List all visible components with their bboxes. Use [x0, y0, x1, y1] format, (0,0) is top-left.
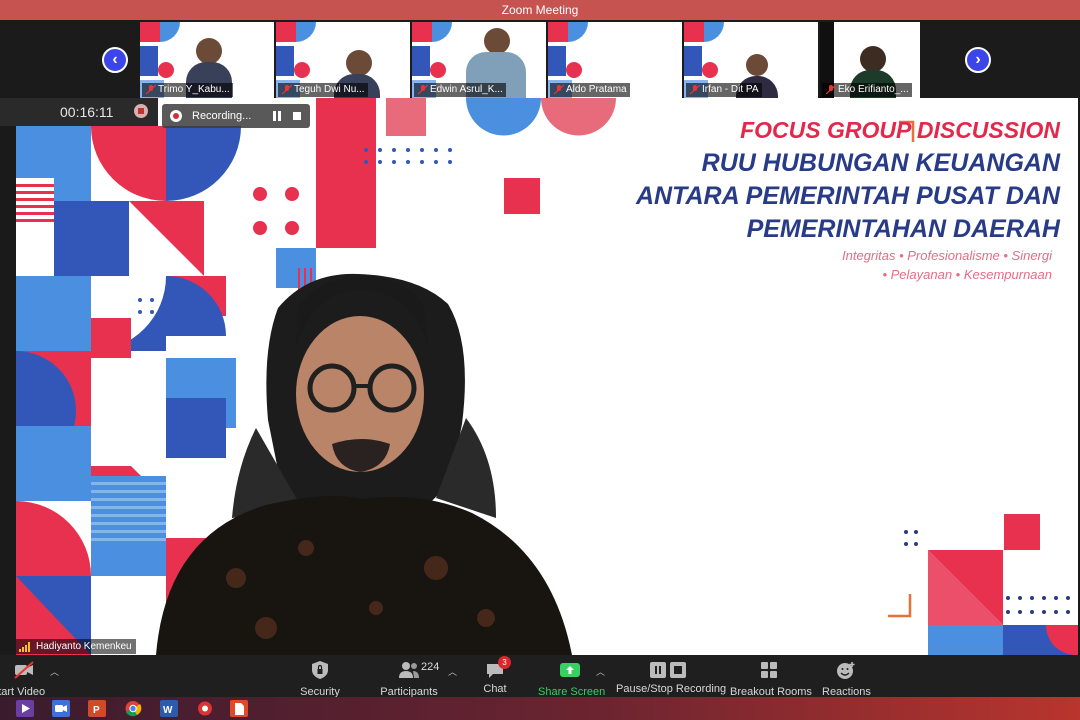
zoom-window: Zoom Meeting ‹ Trimo Y_Kabu... Teguh Dwi… — [0, 0, 1080, 720]
signal-icon — [19, 642, 31, 652]
chat-badge: 3 — [498, 656, 511, 669]
participant-tile[interactable]: Irfan - Dit PA — [684, 22, 818, 98]
pause-stop-recording-button[interactable]: Pause/Stop Recording — [616, 655, 726, 697]
record-icon — [170, 110, 182, 122]
mic-muted-icon — [146, 85, 156, 94]
share-up-icon — [560, 663, 580, 677]
participant-tile[interactable]: Eko Erifianto_... — [820, 22, 920, 98]
pdf-reader-icon[interactable] — [230, 700, 248, 717]
participants-count: 224 — [421, 661, 440, 673]
zoom-app-icon[interactable] — [52, 700, 70, 717]
participant-strip: ‹ Trimo Y_Kabu... Teguh Dwi Nu... Edwin … — [0, 20, 1080, 98]
chat-button[interactable]: 3 Chat — [480, 655, 511, 697]
mic-muted-icon — [282, 85, 292, 94]
screen-recorder-icon[interactable] — [196, 700, 214, 717]
reactions-button[interactable]: Reactions — [822, 655, 871, 698]
chevron-up-icon[interactable]: ︿ — [448, 665, 457, 678]
mic-muted-icon — [418, 85, 428, 94]
powerpoint-icon[interactable]: P — [88, 700, 106, 717]
chevron-right-icon[interactable]: › — [965, 47, 991, 73]
chevron-up-icon[interactable]: ︿ — [596, 665, 605, 678]
participant-tile[interactable]: Edwin Asrul_K... — [412, 22, 546, 98]
recording-indicator: Recording... — [162, 104, 310, 128]
chevron-up-icon[interactable]: ︿ — [50, 665, 59, 678]
participant-tile[interactable]: Aldo Pratama — [548, 22, 682, 98]
video-off-icon — [14, 661, 34, 679]
word-icon[interactable]: W — [160, 700, 178, 717]
os-taskbar: P W — [0, 697, 1080, 720]
participant-video — [196, 38, 222, 64]
slide-title: FOCUS GROUP DISCUSSION RUU HUBUNGAN KEUA… — [636, 114, 1060, 246]
active-speaker-label: Hadiyanto Kemenkeu — [16, 639, 136, 654]
meeting-toolbar: Start Video ︿ Security Participants 224 … — [0, 655, 1080, 698]
start-video-button[interactable]: Start Video — [0, 655, 48, 698]
shield-icon — [312, 661, 328, 679]
svg-text:P: P — [93, 705, 100, 716]
pause-icon[interactable] — [272, 111, 282, 121]
record-stop-icon[interactable] — [134, 104, 148, 118]
pause-icon — [650, 662, 666, 678]
window-title: Zoom Meeting — [0, 0, 1080, 20]
participant-tile[interactable]: Teguh Dwi Nu... — [276, 22, 410, 98]
participant-video — [484, 28, 510, 54]
svg-text:W: W — [163, 705, 173, 716]
smile-icon — [837, 662, 855, 679]
meeting-timer: 00:16:11 — [60, 104, 114, 120]
chevron-left-icon[interactable]: ‹ — [102, 47, 128, 73]
slide-title-line: ANTARA PEMERINTAH PUSAT DAN — [635, 182, 1060, 210]
slide-tagline-line: Integritas • Profesionalisme • Sinergi — [842, 248, 1052, 263]
chrome-icon[interactable] — [124, 700, 142, 717]
participant-video — [860, 46, 886, 72]
recording-status: Recording... — [192, 110, 252, 122]
meeting-timer-bar: 00:16:11 — [0, 98, 158, 126]
breakout-rooms-button[interactable]: Breakout Rooms — [730, 655, 812, 698]
slide-title-line: PEMERINTAHAN DAERAH — [746, 215, 1060, 243]
people-icon — [399, 662, 419, 678]
share-screen-button[interactable]: Share Screen — [538, 655, 605, 698]
slide-tagline: Integritas • Profesionalisme • Sinergi •… — [842, 246, 1052, 284]
slide-title-line: FOCUS GROUP DISCUSSION — [740, 117, 1060, 143]
slide-title-line: RUU HUBUNGAN KEUANGAN — [701, 149, 1060, 177]
shared-screen: FOCUS GROUP DISCUSSION RUU HUBUNGAN KEUA… — [16, 98, 1078, 655]
mic-muted-icon — [690, 85, 700, 94]
active-speaker-name: Hadiyanto Kemenkeu — [36, 641, 132, 652]
participant-video — [746, 54, 768, 76]
slide-tagline-line: • Pelayanan • Kesempurnaan — [882, 267, 1052, 282]
participant-video — [346, 50, 372, 76]
mic-muted-icon — [826, 85, 836, 94]
stop-icon[interactable] — [293, 112, 301, 120]
security-button[interactable]: Security — [298, 655, 342, 698]
grid-icon — [761, 662, 777, 678]
media-player-icon[interactable] — [16, 700, 34, 717]
participant-tile[interactable]: Trimo Y_Kabu... — [140, 22, 274, 98]
mic-muted-icon — [554, 85, 564, 94]
